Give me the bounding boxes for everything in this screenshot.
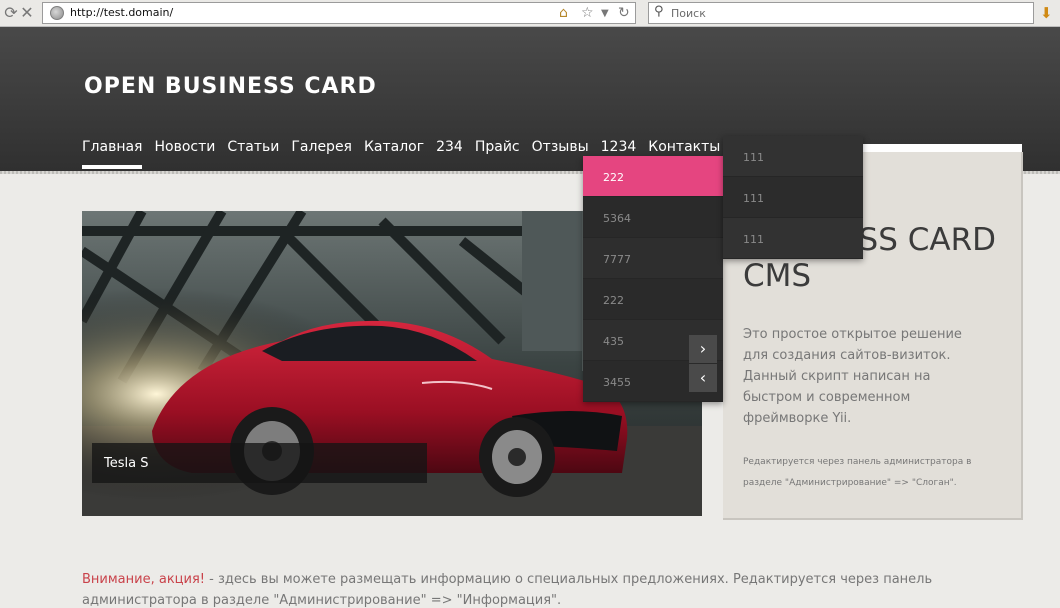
- dropdown-item[interactable]: 7777: [583, 238, 723, 279]
- chevron-left-icon: ‹: [699, 368, 707, 387]
- address-bar[interactable]: http://test.domain/ ⌂ ☆ ▼ ↻: [42, 2, 636, 24]
- slogan-description: Это простое открытое решение для создани…: [743, 327, 962, 426]
- menu-item-home[interactable]: Главная: [82, 139, 143, 169]
- dropdown-item[interactable]: 222: [583, 279, 723, 320]
- menu-item-articles[interactable]: Статьи: [227, 139, 279, 169]
- menu-item-gallery[interactable]: Галерея: [291, 139, 352, 169]
- slogan-note: Редактируется через панель администратор…: [743, 457, 972, 488]
- history-dropdown-icon[interactable]: ▼: [601, 8, 609, 19]
- promo-text: - здесь вы можете размещать информацию о…: [82, 572, 933, 608]
- menu-item-234[interactable]: 234: [436, 139, 463, 169]
- slider-prev-button[interactable]: ‹: [689, 364, 717, 392]
- site-logo[interactable]: OPEN BUSINESS CARD: [84, 74, 377, 99]
- stop-icon[interactable]: ✕: [18, 3, 36, 23]
- bookmark-star-icon[interactable]: ☆: [581, 5, 594, 21]
- search-icon: ⚲: [654, 4, 664, 19]
- chevron-right-icon: ›: [699, 339, 707, 358]
- dropdown-subitem[interactable]: 111: [723, 136, 863, 177]
- dropdown-item[interactable]: 222: [583, 156, 723, 197]
- menu-item-news[interactable]: Новости: [154, 139, 215, 169]
- refresh-icon[interactable]: ↻: [618, 5, 630, 21]
- slide-caption: Tesla S: [92, 443, 427, 483]
- download-icon[interactable]: ⬇: [1040, 4, 1056, 22]
- slider-next-button[interactable]: ›: [689, 335, 717, 363]
- promo-warning: Внимание, акция!: [82, 572, 205, 587]
- browser-toolbar: ⟳ ✕ http://test.domain/ ⌂ ☆ ▼ ↻ ⚲ Поиск …: [0, 0, 1060, 27]
- dropdown-item[interactable]: 5364: [583, 197, 723, 238]
- dropdown-subitem[interactable]: 111: [723, 218, 863, 259]
- browser-search-field[interactable]: ⚲ Поиск: [648, 2, 1034, 24]
- dropdown-subitem[interactable]: 111: [723, 177, 863, 218]
- menu-item-price[interactable]: Прайс: [475, 139, 520, 169]
- menu-item-reviews[interactable]: Отзывы: [532, 139, 589, 169]
- dropdown-menu-level2: 111 111 111: [723, 136, 863, 259]
- url-text: http://test.domain/: [70, 6, 174, 19]
- browser-search-placeholder: Поиск: [671, 7, 706, 20]
- home-icon[interactable]: ⌂: [559, 5, 568, 21]
- info-block: Внимание, акция! - здесь вы можете разме…: [82, 569, 1012, 608]
- menu-item-catalog[interactable]: Каталог: [364, 139, 424, 169]
- globe-icon: [50, 6, 64, 20]
- site-header: OPEN BUSINESS CARD Главная Новости Стать…: [0, 27, 1060, 178]
